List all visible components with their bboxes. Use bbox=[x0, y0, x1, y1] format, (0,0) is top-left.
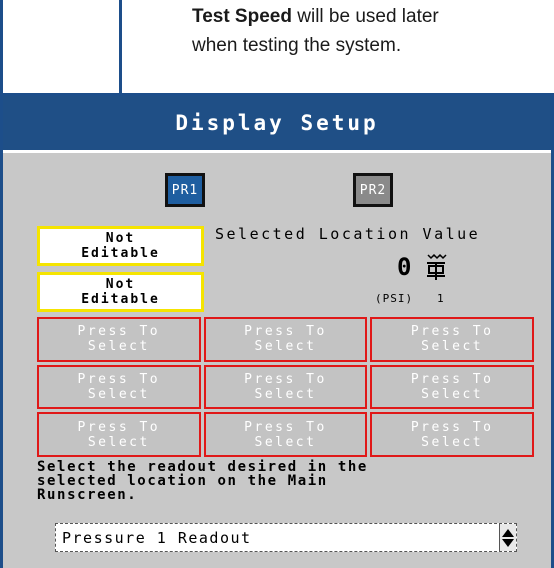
grid-cell[interactable]: Press To Select bbox=[370, 412, 534, 457]
callout-rest: will be used later bbox=[291, 6, 439, 27]
pressure-sensor-icon bbox=[427, 253, 447, 280]
not-editable-line2: Editable bbox=[81, 246, 160, 261]
cell-line1: Press To bbox=[77, 419, 161, 435]
grid-cell[interactable]: Press To Select bbox=[203, 317, 368, 362]
grid-cell[interactable]: Press To Select bbox=[370, 317, 534, 362]
cell-line2: Select bbox=[254, 434, 317, 450]
location-grid: Press To Select Press To Select Press To Se… bbox=[37, 317, 534, 457]
pr2-label: PR2 bbox=[359, 182, 387, 198]
readout-value: 0 bbox=[397, 253, 412, 281]
not-editable-line1: Not bbox=[105, 231, 136, 246]
grid-cell[interactable]: Press To Select bbox=[203, 364, 368, 410]
display-setup-screen: Display Setup PR1 PR2 Not Editable Not E… bbox=[0, 96, 554, 568]
callout-frame bbox=[0, 0, 122, 100]
cell-line2: Select bbox=[254, 339, 317, 355]
not-editable-line2: Editable bbox=[81, 292, 160, 307]
cell-line1: Press To bbox=[410, 324, 494, 340]
not-editable-box-1: Not Editable bbox=[37, 226, 204, 266]
unit-label: (PSI) bbox=[375, 292, 414, 305]
cell-line1: Press To bbox=[244, 419, 327, 435]
title-bar: Display Setup bbox=[3, 96, 551, 153]
grid-cell[interactable]: Press To Select bbox=[370, 364, 534, 410]
callout-bold: Test Speed bbox=[192, 6, 292, 27]
grid-cell[interactable]: Press To Select bbox=[203, 412, 368, 457]
cell-line1: Press To bbox=[77, 324, 161, 340]
readout-select-value: Pressure 1 Readout bbox=[62, 529, 252, 547]
cell-line2: Select bbox=[87, 434, 150, 450]
select-arrows-icon[interactable] bbox=[499, 524, 516, 551]
callout-line2: when testing the system. bbox=[192, 35, 402, 56]
grid-cell[interactable]: Press To Select bbox=[37, 364, 201, 410]
pr2-button[interactable]: PR2 bbox=[353, 173, 393, 207]
grid-cell[interactable]: Press To Select bbox=[37, 317, 201, 362]
readout-select[interactable]: Pressure 1 Readout bbox=[55, 523, 517, 552]
pr1-button[interactable]: PR1 bbox=[165, 173, 205, 207]
selected-location-label: Selected Location Value bbox=[215, 225, 481, 243]
cell-line2: Select bbox=[421, 434, 484, 450]
callout-text: Test Speed will be used later when testi… bbox=[192, 2, 552, 60]
cell-line1: Press To bbox=[77, 371, 161, 387]
instruction-line: selected location on the Main bbox=[37, 473, 328, 489]
page-title: Display Setup bbox=[175, 111, 379, 135]
not-editable-line1: Not bbox=[105, 277, 136, 292]
cell-line1: Press To bbox=[410, 371, 494, 387]
not-editable-box-2: Not Editable bbox=[37, 272, 204, 312]
cell-line2: Select bbox=[87, 339, 150, 355]
arrow-up-icon bbox=[502, 528, 514, 537]
arrow-down-icon bbox=[502, 538, 514, 547]
cell-line1: Press To bbox=[244, 324, 327, 340]
location-number: 1 bbox=[437, 292, 444, 305]
cell-line1: Press To bbox=[244, 371, 327, 387]
pr1-label: PR1 bbox=[171, 182, 199, 198]
instruction-line: Runscreen. bbox=[37, 487, 138, 503]
instruction-line: Select the readout desired in the bbox=[37, 459, 368, 475]
cell-line2: Select bbox=[87, 386, 150, 402]
cell-line2: Select bbox=[421, 339, 484, 355]
cell-line2: Select bbox=[421, 386, 484, 402]
instruction-text: Select the readout desired in the select… bbox=[37, 460, 537, 502]
grid-cell[interactable]: Press To Select bbox=[37, 412, 201, 457]
cell-line1: Press To bbox=[410, 419, 494, 435]
cell-line2: Select bbox=[254, 386, 317, 402]
